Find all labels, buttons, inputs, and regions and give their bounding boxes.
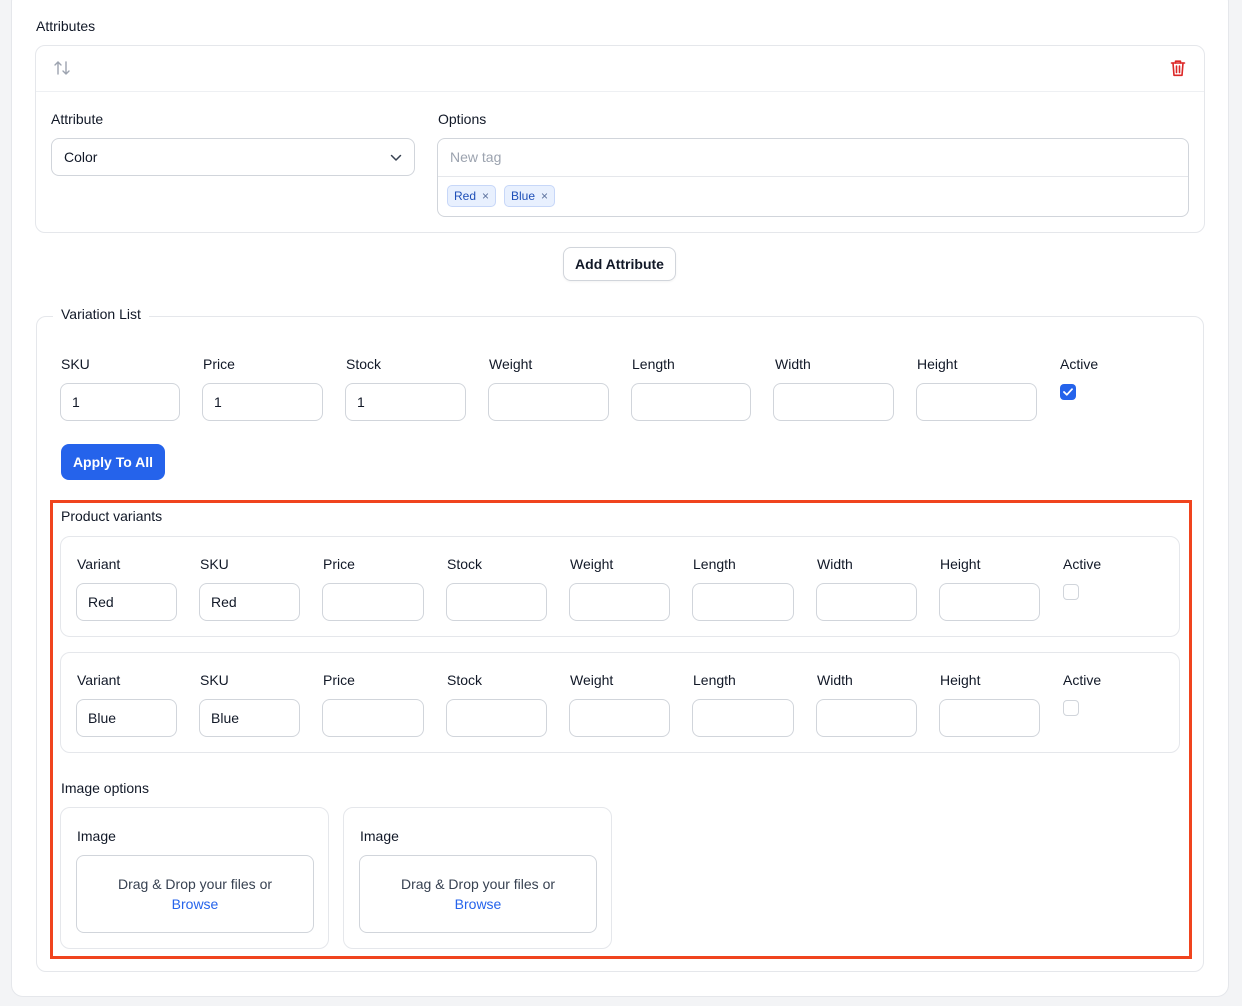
variant-length-input[interactable]	[692, 583, 794, 621]
remove-tag-icon[interactable]: ×	[482, 189, 489, 203]
variant-input[interactable]: Blue	[76, 699, 177, 737]
column-label: Variant	[77, 556, 121, 572]
trash-icon[interactable]	[1170, 59, 1186, 80]
variant-sku-input[interactable]: Red	[199, 583, 300, 621]
variant-sku-input[interactable]: Blue	[199, 699, 300, 737]
column-label: Active	[1063, 672, 1102, 688]
column-label: Length	[693, 556, 736, 572]
price-input[interactable]: 1	[202, 383, 323, 421]
tag-input-placeholder[interactable]: New tag	[450, 149, 501, 165]
stock-input[interactable]: 1	[345, 383, 466, 421]
column-label: Price	[323, 672, 355, 688]
image-options-title: Image options	[61, 780, 149, 796]
add-attribute-button[interactable]: Add Attribute	[563, 247, 676, 281]
options-tag-input[interactable]: New tag Red × Blue ×	[437, 138, 1189, 217]
column-label: Active	[1063, 556, 1102, 572]
attribute-select[interactable]: Color	[51, 138, 415, 176]
column-label: SKU	[61, 356, 90, 372]
browse-link[interactable]: Browse	[172, 894, 219, 914]
variation-list-legend: Variation List	[53, 306, 149, 322]
column-label: SKU	[200, 556, 229, 572]
column-label: Width	[817, 556, 853, 572]
product-variants-title: Product variants	[61, 508, 163, 524]
dropzone-text: Drag & Drop your files or	[400, 876, 556, 892]
attribute-label: Attribute	[51, 111, 104, 127]
weight-input[interactable]	[488, 383, 609, 421]
variant-weight-input[interactable]	[569, 699, 670, 737]
length-input[interactable]	[631, 383, 751, 421]
tag-divider	[438, 176, 1188, 177]
attribute-card: Attribute Color Options New tag Red × Bl…	[35, 45, 1205, 233]
column-label: Active	[1060, 356, 1099, 372]
chevron-down-icon	[390, 149, 402, 165]
tag-label: Blue	[511, 189, 536, 203]
image-card: Image Drag & Drop your files or Browse	[60, 807, 329, 949]
sku-input[interactable]: 1	[60, 383, 180, 421]
active-checkbox[interactable]	[1060, 384, 1076, 400]
attributes-title: Attributes	[36, 18, 96, 34]
column-label: Height	[940, 556, 981, 572]
attribute-select-value: Color	[64, 149, 98, 165]
column-label: Stock	[447, 556, 483, 572]
variant-height-input[interactable]	[939, 699, 1040, 737]
reorder-icon[interactable]	[53, 59, 71, 80]
column-label: Price	[203, 356, 235, 372]
file-dropzone[interactable]: Drag & Drop your files or Browse	[359, 855, 597, 933]
tag-label: Red	[454, 189, 477, 203]
variant-height-input[interactable]	[939, 583, 1040, 621]
dropzone-text: Drag & Drop your files or	[117, 876, 273, 892]
variant-active-checkbox[interactable]	[1063, 700, 1079, 716]
variant-stock-input[interactable]	[446, 699, 547, 737]
width-input[interactable]	[773, 383, 894, 421]
browse-link[interactable]: Browse	[455, 894, 502, 914]
column-label: Weight	[489, 356, 533, 372]
variant-input[interactable]: Red	[76, 583, 177, 621]
options-label: Options	[438, 111, 487, 127]
column-label: Height	[940, 672, 981, 688]
variant-price-input[interactable]	[322, 583, 424, 621]
column-label: Length	[632, 356, 675, 372]
column-label: SKU	[200, 672, 229, 688]
column-label: Weight	[570, 672, 614, 688]
column-label: Stock	[346, 356, 382, 372]
column-label: Width	[775, 356, 811, 372]
height-input[interactable]	[916, 383, 1037, 421]
attribute-card-header	[36, 46, 1204, 92]
variant-weight-input[interactable]	[569, 583, 670, 621]
variant-stock-input[interactable]	[446, 583, 547, 621]
variant-length-input[interactable]	[692, 699, 794, 737]
column-label: Price	[323, 556, 355, 572]
column-label: Weight	[570, 556, 614, 572]
apply-to-all-button[interactable]: Apply To All	[61, 444, 165, 480]
column-label: Length	[693, 672, 736, 688]
tag-red: Red ×	[447, 185, 497, 207]
image-label: Image	[360, 828, 399, 844]
column-label: Variant	[77, 672, 121, 688]
file-dropzone[interactable]: Drag & Drop your files or Browse	[76, 855, 314, 933]
column-label: Width	[817, 672, 853, 688]
tag-blue: Blue ×	[504, 185, 556, 207]
variant-price-input[interactable]	[322, 699, 424, 737]
image-card: Image Drag & Drop your files or Browse	[343, 807, 612, 949]
variant-width-input[interactable]	[816, 699, 917, 737]
column-label: Height	[917, 356, 958, 372]
column-label: Stock	[447, 672, 483, 688]
image-label: Image	[77, 828, 116, 844]
variant-width-input[interactable]	[816, 583, 917, 621]
remove-tag-icon[interactable]: ×	[541, 189, 548, 203]
variant-active-checkbox[interactable]	[1063, 584, 1079, 600]
